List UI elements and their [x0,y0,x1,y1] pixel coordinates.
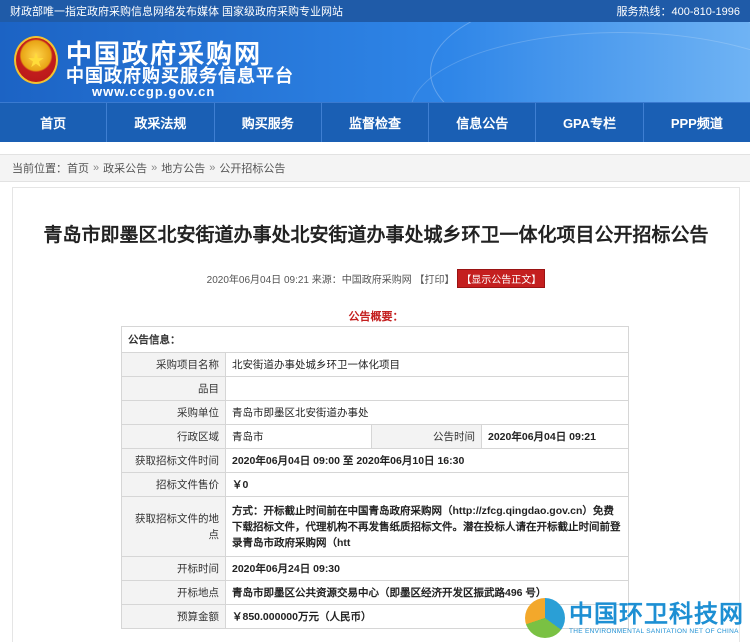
table-row: 开标时间 2020年06月24日 09:30 [121,556,629,581]
main-nav: 首页 政采法规 购买服务 监督检查 信息公告 GPA专栏 PPP频道 [0,102,750,142]
breadcrumb-prefix: 当前位置： [12,163,67,175]
region-value: 青岛市 [225,424,372,449]
row-label: 行政区域 [121,424,226,449]
nav-item-purchase-services[interactable]: 购买服务 [215,103,322,142]
service-hotline: 服务热线：400-810-1996 [616,6,740,18]
row-label: 获取招标文件的地点 [121,496,226,557]
watermark: 中国环卫科技网 THE ENVIRONMENTAL SANITATION NET… [525,598,744,638]
nav-item-supervision[interactable]: 监督检查 [322,103,430,142]
doc-price: ￥0 [225,472,629,497]
doc-time: 2020年06月04日 09:00 至 2020年06月10日 16:30 [225,448,629,473]
breadcrumb-local[interactable]: 地方公告 [161,160,205,176]
nav-item-announcements[interactable]: 信息公告 [429,103,537,142]
table-row: 行政区域 青岛市 公告时间 2020年06月04日 09:21 [121,424,629,449]
row-label: 开标时间 [121,556,226,581]
row-label: 采购项目名称 [121,352,226,377]
table-row: 采购单位 青岛市即墨区北安街道办事处 [121,400,629,425]
doc-place: 方式：开标截止时间前在中国青岛政府采购网（http://zfcg.qingdao… [225,496,629,557]
table-header: 公告信息： [121,326,629,353]
breadcrumb-separator: » [151,162,158,174]
watermark-subtitle: THE ENVIRONMENTAL SANITATION NET OF CHIN… [569,627,739,635]
breadcrumb-separator: » [93,162,100,174]
row-label: 采购单位 [121,400,226,425]
announcement-info-table: 公告信息： 采购项目名称 北安街道办事处城乡环卫一体化项目 品目 采购单位 青岛… [121,326,629,629]
watermark-title: 中国环卫科技网 [569,600,744,628]
top-bar-tagline: 财政部唯一指定政府采购信息网络发布媒体 国家级政府采购专业网站 [10,6,344,18]
item-value [225,376,629,401]
site-banner: ★ 中国政府采购网 中国政府购买服务信息平台 www.ccgp.gov.cn [0,22,750,102]
row-label: 品目 [121,376,226,401]
row-label: 预算金额 [121,604,226,629]
breadcrumb-tender[interactable]: 公开招标公告 [219,160,285,176]
breadcrumb-separator: » [209,162,216,174]
table-row: 采购项目名称 北安街道办事处城乡环卫一体化项目 [121,352,629,377]
nav-item-ppp[interactable]: PPP频道 [644,103,750,142]
show-body-button[interactable]: 【显示公告正文】 [457,269,546,288]
breadcrumb: 当前位置： 首页 » 政采公告 » 地方公告 » 公开招标公告 [0,154,750,182]
publish-time: 2020年06月04日 09:21 [481,424,629,449]
row-label: 招标文件售价 [121,472,226,497]
breadcrumb-procurement[interactable]: 政采公告 [103,160,147,176]
national-emblem-icon: ★ [14,36,58,84]
site-url[interactable]: www.ccgp.gov.cn [92,84,215,99]
row-label: 开标地点 [121,580,226,605]
article-meta: 2020年06月04日 09:21 来源：中国政府采购网 【打印】 【显示公告正… [13,269,739,288]
summary-label: 公告概要： [348,311,404,323]
page-title: 青岛市即墨区北安街道办事处北安街道办事处城乡环卫一体化项目公开招标公告 [43,225,709,246]
top-bar: 财政部唯一指定政府采购信息网络发布媒体 国家级政府采购专业网站 服务热线：400… [0,0,750,22]
nav-item-regulations[interactable]: 政采法规 [107,103,215,142]
article-meta-text: 2020年06月04日 09:21 来源：中国政府采购网 【打印】 [206,275,455,286]
breadcrumb-home[interactable]: 首页 [67,160,89,176]
purchasing-unit: 青岛市即墨区北安街道办事处 [225,400,629,425]
nav-item-gpa[interactable]: GPA专栏 [536,103,644,142]
row-label: 公告时间 [371,424,482,449]
table-row: 品目 [121,376,629,401]
table-row: 获取招标文件时间 2020年06月04日 09:00 至 2020年06月10日… [121,448,629,473]
row-label: 获取招标文件时间 [121,448,226,473]
table-row: 获取招标文件的地点 方式：开标截止时间前在中国青岛政府采购网（http://zf… [121,496,629,557]
article-container: 青岛市即墨区北安街道办事处北安街道办事处城乡环卫一体化项目公开招标公告 2020… [12,187,740,642]
watermark-logo-icon [525,598,565,638]
project-name: 北安街道办事处城乡环卫一体化项目 [225,352,629,377]
open-time: 2020年06月24日 09:30 [225,556,629,581]
table-row: 招标文件售价 ￥0 [121,472,629,497]
nav-item-home[interactable]: 首页 [0,103,108,142]
